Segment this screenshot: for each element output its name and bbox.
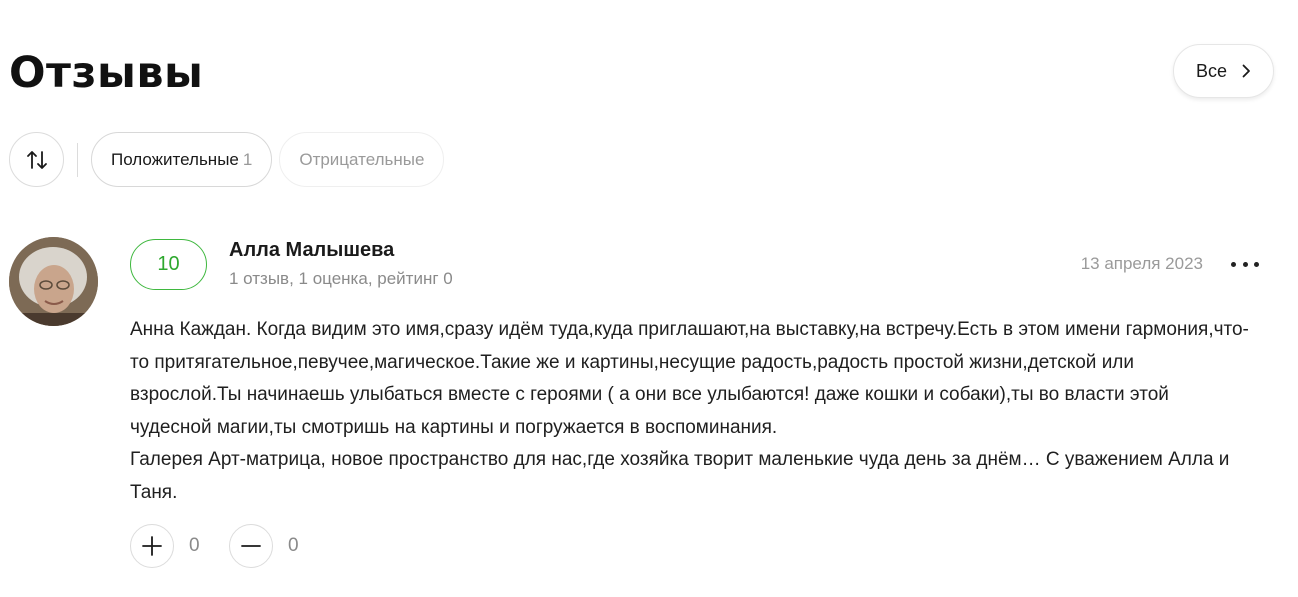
plus-icon [142, 536, 162, 556]
avatar-image [9, 237, 98, 326]
author-meta: 1 отзыв, 1 оценка, рейтинг 0 [229, 269, 453, 288]
dislike-button[interactable] [229, 524, 273, 568]
filter-negative-label: Отрицательные [299, 149, 425, 169]
reviews-header: Отзывы Все [9, 44, 1274, 100]
dislike-count: 0 [288, 535, 299, 556]
rating-badge: 10 [130, 239, 207, 290]
filter-positive-count: 1 [242, 149, 253, 169]
review-date: 13 апреля 2023 [1080, 254, 1203, 273]
filter-positive[interactable]: Положительные 1 [91, 132, 273, 187]
like-button[interactable] [130, 524, 174, 568]
filter-divider [77, 142, 78, 177]
chevron-right-icon [1242, 64, 1250, 78]
page-title: Отзывы [9, 48, 204, 98]
review-votes: 0 0 [130, 524, 328, 568]
reviews-page: Отзывы Все Положительные 1 Отрицательные [0, 0, 1298, 597]
author-name[interactable]: Алла Малышева [229, 239, 394, 262]
more-dots-icon [1254, 261, 1259, 267]
more-options-button[interactable] [1231, 254, 1259, 274]
all-reviews-button[interactable]: Все [1172, 44, 1274, 98]
minus-icon [241, 545, 261, 547]
all-reviews-label: Все [1195, 60, 1227, 81]
filter-negative[interactable]: Отрицательные [279, 132, 445, 187]
sort-button[interactable] [9, 132, 64, 187]
review-filters: Положительные 1 Отрицательные [9, 132, 445, 187]
review-paragraph: Галерея Арт-матрица, новое пространство … [130, 449, 1230, 503]
sort-arrows-icon [26, 150, 47, 169]
avatar[interactable] [9, 237, 98, 326]
review-paragraph: Анна Каждан. Когда видим это имя,сразу и… [130, 319, 1249, 438]
more-dots-icon [1231, 261, 1236, 267]
filter-positive-label: Положительные [111, 149, 239, 169]
like-count: 0 [189, 535, 200, 556]
more-dots-icon [1242, 261, 1248, 267]
review-text: Анна Каждан. Когда видим это имя,сразу и… [130, 314, 1250, 509]
